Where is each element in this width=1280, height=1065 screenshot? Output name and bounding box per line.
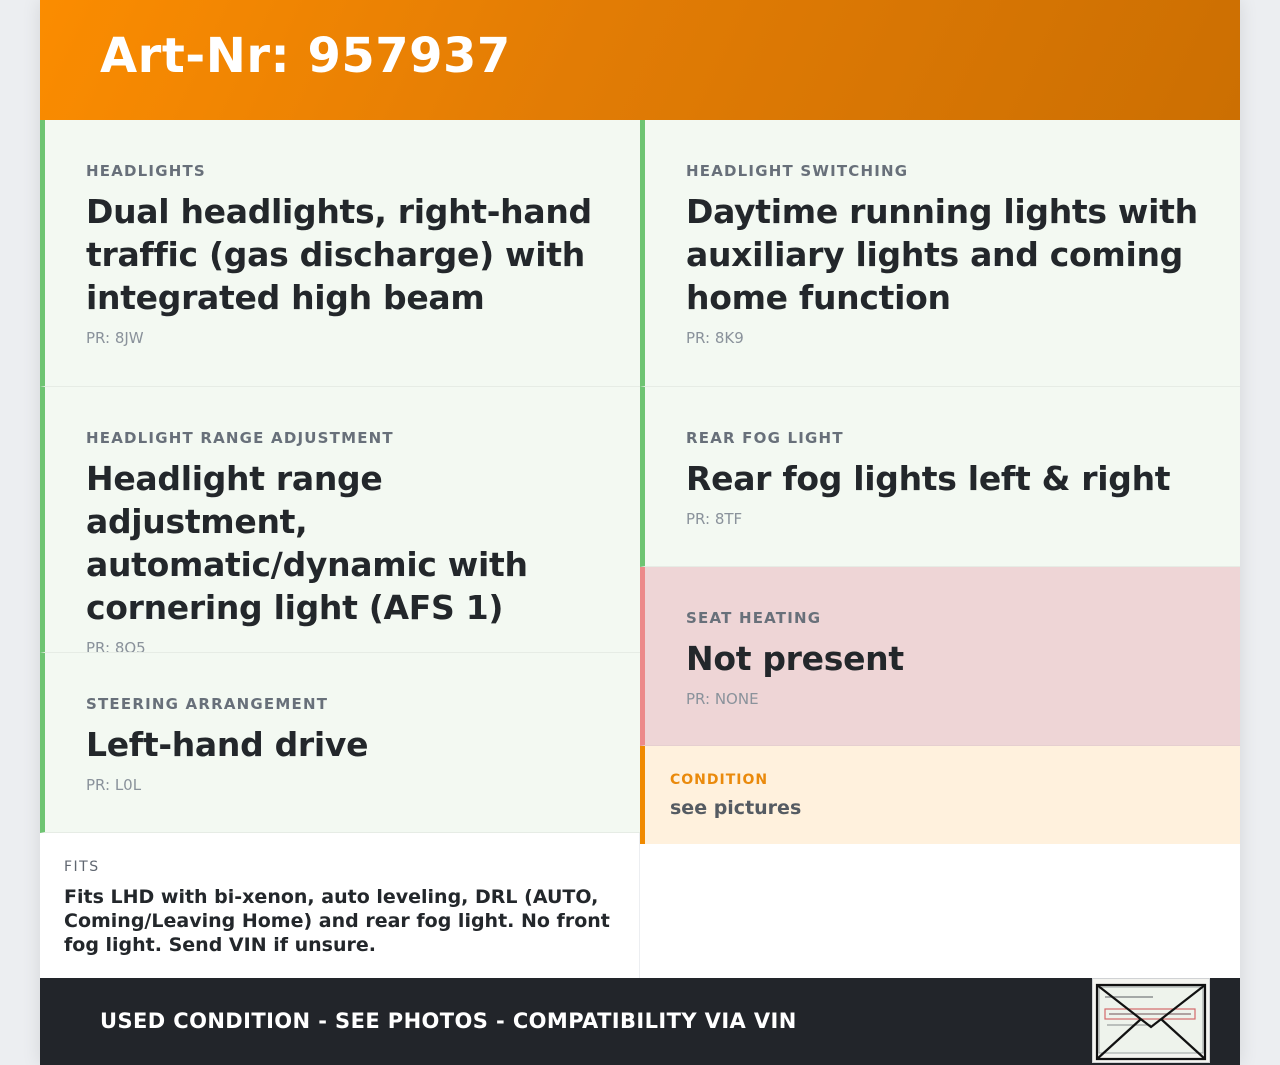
condition-value: see pictures [670,797,802,819]
card-pr-code: PR: 8TF [686,510,743,528]
card-value: Headlight range adjustment, automatic/dy… [86,459,528,627]
spec-sheet: Art-Nr: 957937 HEADLIGHTS Dual headlight… [40,0,1240,1065]
article-number-title: Art-Nr: 957937 [100,28,511,84]
card-label: HEADLIGHT SWITCHING [686,162,909,180]
card-pr-code: PR: 8K9 [686,329,744,347]
condition-label: CONDITION [670,772,769,788]
vin-sticker-photo-icon [1092,978,1210,1063]
card-label: SEAT HEATING [686,609,822,627]
card-value: Dual headlights, right-hand traffic (gas… [86,192,592,317]
footer-bar: USED CONDITION - SEE PHOTOS - COMPATIBIL… [40,978,1240,1065]
card-value: Left-hand drive [86,725,369,764]
fits-box: FITS Fits LHD with bi-xenon, auto leveli… [40,833,640,978]
card-seat-heating: SEAT HEATING Not present PR: NONE [640,567,1240,746]
card-label: REAR FOG LIGHT [686,429,844,447]
card-value: Rear fog lights left & right [686,459,1171,498]
card-headlight-range: HEADLIGHT RANGE ADJUSTMENT Headlight ran… [40,387,640,653]
card-label: HEADLIGHT RANGE ADJUSTMENT [86,429,394,447]
card-pr-code: PR: NONE [686,690,759,708]
card-value: Daytime running lights with auxiliary li… [686,192,1198,317]
card-value: Not present [686,639,904,678]
card-pr-code: PR: L0L [86,776,142,794]
fits-label: FITS [64,859,100,875]
card-rear-fog-light: REAR FOG LIGHT Rear fog lights left & ri… [640,387,1240,567]
card-label: STEERING ARRANGEMENT [86,695,329,713]
card-headlights: HEADLIGHTS Dual headlights, right-hand t… [40,120,640,387]
footer-text: USED CONDITION - SEE PHOTOS - COMPATIBIL… [100,1009,797,1033]
card-label: HEADLIGHTS [86,162,206,180]
fits-description: Fits LHD with bi-xenon, auto leveling, D… [64,886,610,956]
card-pr-code: PR: 8Q5 [86,639,146,653]
header-banner: Art-Nr: 957937 [40,0,1240,120]
condition-box: CONDITION see pictures [640,746,1240,844]
card-headlight-switching: HEADLIGHT SWITCHING Daytime running ligh… [640,120,1240,387]
card-pr-code: PR: 8JW [86,329,144,347]
card-steering: STEERING ARRANGEMENT Left-hand drive PR:… [40,653,640,833]
